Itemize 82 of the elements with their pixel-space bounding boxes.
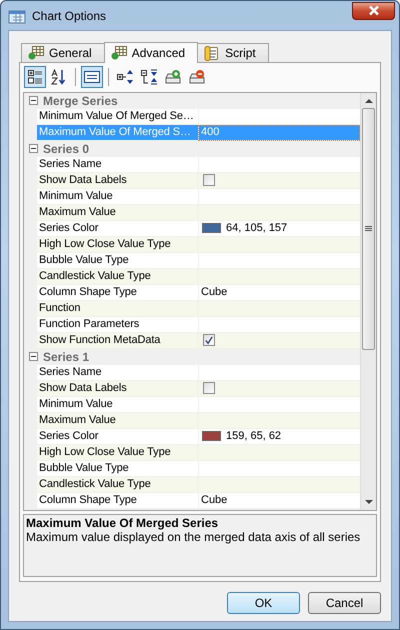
window-title: Chart Options bbox=[32, 8, 108, 22]
property-name[interactable]: Series Name bbox=[37, 364, 198, 381]
toolbar-button[interactable] bbox=[81, 66, 103, 88]
close-button[interactable] bbox=[352, 2, 395, 20]
value-cell[interactable] bbox=[198, 204, 360, 221]
sort-az-icon bbox=[51, 68, 67, 85]
value-cell[interactable] bbox=[198, 252, 360, 269]
value-cell[interactable]: Cube bbox=[198, 492, 360, 509]
value-cell[interactable] bbox=[198, 108, 360, 125]
ok-button[interactable]: OK bbox=[227, 592, 300, 614]
grip-icon bbox=[365, 226, 372, 232]
value-cell[interactable]: 64, 105, 157 bbox=[198, 220, 360, 237]
property-value[interactable]: 159, 65, 62 bbox=[226, 430, 282, 442]
description-title: Maximum Value Of Merged Series bbox=[26, 516, 220, 530]
value-cell[interactable] bbox=[198, 412, 360, 429]
value-cell[interactable] bbox=[198, 172, 360, 189]
scroll-up-icon[interactable] bbox=[364, 98, 372, 103]
value-cell[interactable] bbox=[198, 364, 360, 381]
property-name[interactable]: Maximum Value bbox=[37, 412, 198, 429]
tab[interactable]: Advanced bbox=[104, 42, 198, 63]
property-name[interactable]: Show Data Labels bbox=[37, 380, 198, 397]
property-name[interactable]: Series Name bbox=[37, 156, 198, 173]
value-cell[interactable] bbox=[198, 396, 360, 413]
property-name[interactable]: Function Parameters bbox=[37, 316, 198, 333]
scrollbar-thumb[interactable] bbox=[362, 108, 375, 350]
cancel-button[interactable]: Cancel bbox=[308, 592, 381, 614]
table-icon bbox=[28, 46, 44, 60]
remove-drive-icon bbox=[188, 68, 206, 85]
expand-icon bbox=[116, 68, 134, 85]
property-name[interactable]: Candlestick Value Type bbox=[37, 268, 198, 285]
collapse-toggle-icon[interactable] bbox=[29, 144, 38, 154]
property-name[interactable]: Column Shape Type bbox=[37, 284, 198, 301]
property-name[interactable]: Minimum Value Of Merged Se… bbox=[37, 108, 198, 125]
close-icon bbox=[368, 5, 380, 16]
value-cell[interactable] bbox=[198, 444, 360, 461]
table-icon bbox=[110, 46, 127, 60]
value-cell[interactable] bbox=[198, 268, 360, 285]
value-cell[interactable] bbox=[198, 156, 360, 173]
property-name[interactable]: Bubble Value Type bbox=[37, 252, 198, 269]
value-cell[interactable] bbox=[198, 460, 360, 477]
property-name[interactable]: Minimum Value bbox=[37, 188, 198, 205]
property-name[interactable]: Function bbox=[37, 300, 198, 317]
property-name[interactable]: Candlestick Value Type bbox=[37, 476, 198, 493]
property-pages-icon bbox=[84, 70, 100, 83]
checkbox[interactable] bbox=[203, 334, 215, 346]
value-cell[interactable]: 159, 65, 62 bbox=[198, 428, 360, 445]
scroll-down-icon[interactable] bbox=[364, 500, 372, 505]
value-cell[interactable] bbox=[198, 380, 360, 397]
tab[interactable]: General bbox=[21, 43, 105, 62]
value-cell[interactable] bbox=[198, 188, 360, 205]
property-name[interactable]: Bubble Value Type bbox=[37, 460, 198, 477]
category-title: Series 0 bbox=[43, 142, 90, 156]
checkbox[interactable] bbox=[203, 174, 215, 186]
description-text: Maximum value displayed on the merged data axis of all series bbox=[26, 530, 362, 544]
collapse-icon bbox=[140, 68, 158, 85]
add-drive-icon bbox=[164, 68, 182, 85]
vertical-scrollbar[interactable] bbox=[360, 92, 376, 510]
property-name[interactable]: Show Function MetaData bbox=[37, 332, 198, 349]
property-name[interactable]: High Low Close Value Type bbox=[37, 444, 198, 461]
toolbar-button[interactable] bbox=[24, 66, 46, 88]
property-name[interactable]: Series Color bbox=[37, 428, 198, 445]
property-name[interactable]: Column Shape Type bbox=[37, 492, 198, 509]
category-title: Merge Series bbox=[43, 94, 118, 108]
value-cell[interactable] bbox=[198, 476, 360, 493]
category-title: Series 1 bbox=[43, 350, 90, 364]
value-cell[interactable] bbox=[198, 316, 360, 333]
property-name[interactable]: Minimum Value bbox=[37, 396, 198, 413]
value-cell[interactable]: Cube bbox=[198, 284, 360, 301]
property-name[interactable]: High Low Close Value Type bbox=[37, 236, 198, 253]
property-value[interactable]: 64, 105, 157 bbox=[226, 222, 288, 234]
value-cell[interactable] bbox=[198, 332, 360, 349]
property-name[interactable]: Series Color bbox=[37, 220, 198, 237]
collapse-toggle-icon[interactable] bbox=[29, 96, 38, 106]
tab[interactable]: Script bbox=[197, 43, 269, 62]
value-cell[interactable] bbox=[198, 300, 360, 317]
value-cell[interactable] bbox=[198, 236, 360, 253]
property-name[interactable]: Maximum Value bbox=[37, 204, 198, 221]
chart-window-icon bbox=[8, 8, 26, 24]
categorized-icon bbox=[27, 68, 43, 85]
checkbox[interactable] bbox=[203, 382, 215, 394]
property-name[interactable]: Show Data Labels bbox=[37, 172, 198, 189]
collapse-toggle-icon[interactable] bbox=[29, 352, 38, 362]
